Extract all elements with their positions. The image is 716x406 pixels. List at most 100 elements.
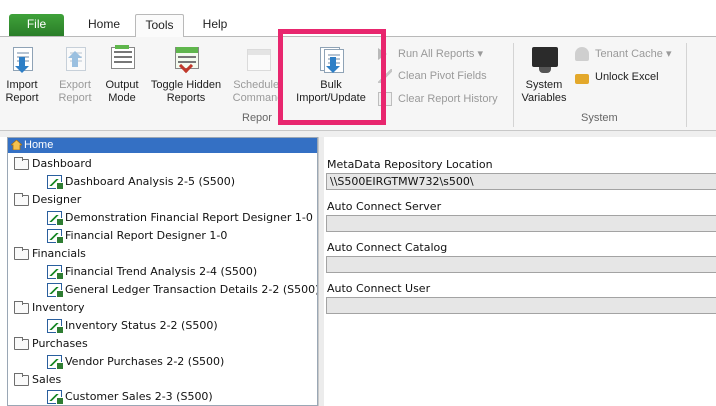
ribbon-group-separator-2	[686, 43, 687, 127]
tree-root-label: Home	[24, 139, 54, 151]
toggle-hidden-label-1: Toggle Hidden	[150, 79, 222, 91]
report-label: Financial Report Designer 1-0	[65, 229, 228, 242]
output-mode-label-2: Mode	[108, 92, 136, 104]
report-icon	[47, 283, 64, 298]
output-mode-label-1: Output	[105, 79, 139, 91]
report-label: Dashboard Analysis 2-5 (S500)	[65, 175, 236, 188]
tree-folder-financials[interactable]: Financials	[8, 245, 86, 263]
group-label-system: System	[581, 112, 618, 124]
folder-icon	[14, 247, 29, 260]
report-label: Vendor Purchases 2-2 (S500)	[65, 355, 225, 368]
export-report-label-1: Export	[59, 79, 91, 91]
folder-label: Inventory	[32, 301, 85, 314]
tab-home[interactable]: Home	[75, 14, 133, 36]
report-icon	[47, 229, 64, 244]
clean-pivot-fields-button[interactable]: Clean Pivot Fields	[378, 68, 487, 84]
tree-folder-inventory[interactable]: Inventory	[8, 299, 85, 317]
run-all-label: Run All Reports	[398, 48, 475, 60]
scheduler-icon	[243, 45, 273, 75]
toggle-hidden-icon	[171, 45, 201, 75]
import-report-label-2: Report	[5, 92, 39, 104]
auto-connect-server-label: Auto Connect Server	[327, 200, 442, 213]
system-variables-label-1: System	[525, 79, 563, 91]
report-label: Inventory Status 2-2 (S500)	[65, 319, 218, 332]
report-icon	[47, 211, 64, 226]
unlock-excel-button[interactable]: Unlock Excel	[575, 69, 659, 85]
report-icon	[47, 355, 64, 370]
tenant-cache-icon	[575, 47, 589, 61]
tenant-cache-label: Tenant Cache	[595, 48, 663, 60]
folder-icon	[14, 157, 29, 170]
auto-connect-server-field[interactable]	[326, 215, 716, 232]
tab-file[interactable]: File	[9, 14, 64, 36]
auto-connect-user-label: Auto Connect User	[327, 282, 431, 295]
tree-folder-purchases[interactable]: Purchases	[8, 335, 88, 353]
import-report-button[interactable]: Import Report	[4, 45, 40, 105]
folder-icon	[14, 301, 29, 314]
folder-label: Dashboard	[32, 157, 92, 170]
tree-report[interactable]: Vendor Purchases 2-2 (S500)	[8, 353, 224, 371]
folder-icon	[14, 337, 29, 350]
tab-help[interactable]: Help	[195, 14, 235, 36]
report-label: Customer Sales 2-3 (S500)	[65, 390, 213, 403]
system-variables-label-2: Variables	[521, 92, 567, 104]
import-report-icon	[7, 45, 37, 75]
auto-connect-catalog-label: Auto Connect Catalog	[327, 241, 448, 254]
folder-label: Sales	[32, 373, 62, 386]
report-icon	[47, 265, 64, 280]
group-label-reports: Repor	[242, 112, 272, 124]
report-label: General Ledger Transaction Details 2-2 (…	[65, 283, 318, 296]
tree-root-home[interactable]: Home	[8, 138, 317, 153]
clear-history-label: Clear Report History	[398, 93, 498, 105]
report-label: Demonstration Financial Report Designer …	[65, 211, 313, 224]
clear-report-history-button[interactable]: Clear Report History	[378, 91, 498, 107]
system-variables-button[interactable]: System Variables	[518, 45, 570, 105]
tree-report[interactable]: Inventory Status 2-2 (S500)	[8, 317, 218, 335]
settings-panel: MetaData Repository Location \\S500EIRGT…	[324, 137, 716, 406]
tree-folder-sales[interactable]: Sales	[8, 371, 61, 389]
repo-location-field[interactable]: \\S500EIRGTMW732\s500\	[326, 173, 716, 190]
scheduler-label-1: Scheduler	[233, 79, 283, 91]
tree-report[interactable]: Financial Report Designer 1-0	[8, 227, 227, 245]
export-report-button[interactable]: Export Report	[56, 45, 94, 105]
run-all-reports-button[interactable]: Run All Reports ▾	[378, 46, 483, 62]
clean-pivot-label: Clean Pivot Fields	[398, 70, 487, 82]
report-icon	[47, 390, 64, 405]
auto-connect-catalog-field[interactable]	[326, 256, 716, 273]
tenant-cache-dropdown-icon: ▾	[665, 48, 672, 60]
highlight-annotation-box	[278, 29, 386, 125]
output-mode-button[interactable]: Output Mode	[100, 45, 144, 105]
report-icon	[47, 175, 64, 190]
tree-folder-dashboard[interactable]: Dashboard	[8, 155, 92, 173]
repo-location-label: MetaData Repository Location	[327, 158, 493, 171]
folder-label: Financials	[32, 247, 86, 260]
monitor-icon	[529, 45, 559, 75]
home-icon	[9, 139, 24, 151]
tree-report[interactable]: Dashboard Analysis 2-5 (S500)	[8, 173, 235, 191]
tree-report[interactable]: General Ledger Transaction Details 2-2 (…	[8, 281, 318, 299]
report-tree: Home Dashboard Dashboard Analysis 2-5 (S…	[7, 137, 318, 406]
auto-connect-user-field[interactable]	[326, 297, 716, 314]
toggle-hidden-label-2: Reports	[166, 92, 206, 104]
report-label: Financial Trend Analysis 2-4 (S500)	[65, 265, 258, 278]
tree-report[interactable]: Demonstration Financial Report Designer …	[8, 209, 313, 227]
folder-icon	[14, 373, 29, 386]
folder-label: Designer	[32, 193, 82, 206]
run-all-dropdown-icon: ▾	[477, 48, 484, 60]
scheduler-label-2: Command	[232, 92, 284, 104]
tab-tools[interactable]: Tools	[135, 14, 184, 37]
folder-icon	[14, 193, 29, 206]
tenant-cache-button[interactable]: Tenant Cache ▾	[575, 46, 671, 62]
tree-report[interactable]: Financial Trend Analysis 2-4 (S500)	[8, 263, 257, 281]
unlock-excel-label: Unlock Excel	[595, 71, 659, 83]
import-report-label-1: Import	[6, 79, 38, 91]
output-mode-icon	[107, 45, 137, 75]
ribbon-group-separator	[513, 43, 514, 127]
tree-report[interactable]: Customer Sales 2-3 (S500)	[8, 388, 213, 405]
unlock-icon	[575, 74, 589, 84]
toggle-hidden-reports-button[interactable]: Toggle Hidden Reports	[145, 45, 227, 105]
export-report-icon	[60, 45, 90, 75]
report-icon	[47, 319, 64, 334]
folder-label: Purchases	[32, 337, 88, 350]
tree-folder-designer[interactable]: Designer	[8, 191, 81, 209]
